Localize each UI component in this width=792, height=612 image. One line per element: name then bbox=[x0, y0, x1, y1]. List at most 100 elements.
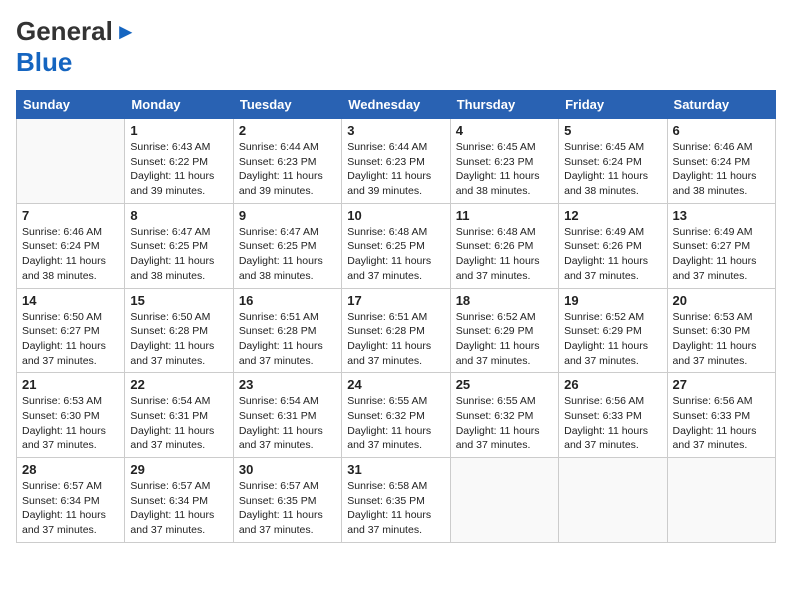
day-number: 5 bbox=[564, 123, 661, 138]
day-number: 6 bbox=[673, 123, 770, 138]
day-info: Sunrise: 6:55 AMSunset: 6:32 PMDaylight:… bbox=[456, 394, 553, 453]
calendar-cell-3-6: 19Sunrise: 6:52 AMSunset: 6:29 PMDayligh… bbox=[559, 288, 667, 373]
calendar-week-2: 7Sunrise: 6:46 AMSunset: 6:24 PMDaylight… bbox=[17, 203, 776, 288]
day-number: 15 bbox=[130, 293, 227, 308]
calendar-cell-4-2: 22 Sunrise: 6:54 AMSunset: 6:31 PMDayligh… bbox=[125, 373, 233, 458]
calendar-header-sunday: Sunday bbox=[17, 91, 125, 119]
day-info: Sunrise: 6:52 AMSunset: 6:29 PMDaylight:… bbox=[564, 310, 661, 369]
page-header: General ► Blue bbox=[16, 16, 776, 78]
day-number: 26 bbox=[564, 377, 661, 392]
day-number: 3 bbox=[347, 123, 444, 138]
logo: General ► Blue bbox=[16, 16, 137, 78]
day-info: Sunrise: 6:44 AMSunset: 6:23 PMDaylight:… bbox=[239, 140, 336, 199]
logo-general-text: General bbox=[16, 16, 113, 47]
day-number: 1 bbox=[130, 123, 227, 138]
calendar-cell-1-4: 3 Sunrise: 6:44 AMSunset: 6:23 PMDaylight… bbox=[342, 119, 450, 204]
day-info: Sunrise: 6:57 AMSunset: 6:35 PMDaylight:… bbox=[239, 479, 336, 538]
calendar-cell-1-6: 5 Sunrise: 6:45 AMSunset: 6:24 PMDaylight… bbox=[559, 119, 667, 204]
calendar-cell-3-7: 20 Sunrise: 6:53 AMSunset: 6:30 PMDayligh… bbox=[667, 288, 775, 373]
day-number: 20 bbox=[673, 293, 770, 308]
day-number: 12 bbox=[564, 208, 661, 223]
day-info: Sunrise: 6:57 AMSunset: 6:34 PMDaylight:… bbox=[22, 479, 119, 538]
day-info: Sunrise: 6:45 AMSunset: 6:24 PMDaylight:… bbox=[564, 140, 661, 199]
calendar-cell-5-4: 31 Sunrise: 6:58 AMSunset: 6:35 PMDayligh… bbox=[342, 458, 450, 543]
day-info: Sunrise: 6:51 AMSunset: 6:28 PMDaylight:… bbox=[347, 310, 444, 369]
calendar-cell-3-4: 17 Sunrise: 6:51 AMSunset: 6:28 PMDayligh… bbox=[342, 288, 450, 373]
calendar-header-monday: Monday bbox=[125, 91, 233, 119]
calendar-header-tuesday: Tuesday bbox=[233, 91, 341, 119]
calendar-header-saturday: Saturday bbox=[667, 91, 775, 119]
day-info: Sunrise: 6:58 AMSunset: 6:35 PMDaylight:… bbox=[347, 479, 444, 538]
day-info: Sunrise: 6:55 AMSunset: 6:32 PMDaylight:… bbox=[347, 394, 444, 453]
day-number: 21 bbox=[22, 377, 119, 392]
calendar-cell-3-5: 18 Sunrise: 6:52 AMSunset: 6:29 PMDayligh… bbox=[450, 288, 558, 373]
day-info: Sunrise: 6:47 AMSunset: 6:25 PMDaylight:… bbox=[239, 225, 336, 284]
calendar-cell-1-5: 4Sunrise: 6:45 AMSunset: 6:23 PMDaylight… bbox=[450, 119, 558, 204]
day-number: 7 bbox=[22, 208, 119, 223]
calendar-week-3: 14 Sunrise: 6:50 AMSunset: 6:27 PMDayligh… bbox=[17, 288, 776, 373]
calendar-cell-4-3: 23 Sunrise: 6:54 AMSunset: 6:31 PMDayligh… bbox=[233, 373, 341, 458]
day-info: Sunrise: 6:45 AMSunset: 6:23 PMDaylight:… bbox=[456, 140, 553, 199]
day-number: 14 bbox=[22, 293, 119, 308]
calendar-cell-2-3: 9Sunrise: 6:47 AMSunset: 6:25 PMDaylight… bbox=[233, 203, 341, 288]
day-info: Sunrise: 6:57 AMSunset: 6:34 PMDaylight:… bbox=[130, 479, 227, 538]
logo-arrow-icon: ► bbox=[115, 19, 137, 45]
calendar-header-wednesday: Wednesday bbox=[342, 91, 450, 119]
calendar-week-5: 28Sunrise: 6:57 AMSunset: 6:34 PMDayligh… bbox=[17, 458, 776, 543]
day-info: Sunrise: 6:52 AMSunset: 6:29 PMDaylight:… bbox=[456, 310, 553, 369]
day-info: Sunrise: 6:56 AMSunset: 6:33 PMDaylight:… bbox=[673, 394, 770, 453]
day-info: Sunrise: 6:53 AMSunset: 6:30 PMDaylight:… bbox=[22, 394, 119, 453]
day-info: Sunrise: 6:48 AMSunset: 6:25 PMDaylight:… bbox=[347, 225, 444, 284]
day-info: Sunrise: 6:49 AMSunset: 6:27 PMDaylight:… bbox=[673, 225, 770, 284]
calendar-header-friday: Friday bbox=[559, 91, 667, 119]
day-number: 31 bbox=[347, 462, 444, 477]
day-number: 25 bbox=[456, 377, 553, 392]
calendar-week-1: 1 Sunrise: 6:43 AMSunset: 6:22 PMDaylight… bbox=[17, 119, 776, 204]
calendar-cell-5-1: 28Sunrise: 6:57 AMSunset: 6:34 PMDayligh… bbox=[17, 458, 125, 543]
calendar-week-4: 21 Sunrise: 6:53 AMSunset: 6:30 PMDayligh… bbox=[17, 373, 776, 458]
calendar-cell-1-2: 1 Sunrise: 6:43 AMSunset: 6:22 PMDaylight… bbox=[125, 119, 233, 204]
day-info: Sunrise: 6:49 AMSunset: 6:26 PMDaylight:… bbox=[564, 225, 661, 284]
day-info: Sunrise: 6:43 AMSunset: 6:22 PMDaylight:… bbox=[130, 140, 227, 199]
day-number: 8 bbox=[130, 208, 227, 223]
calendar-cell-4-7: 27 Sunrise: 6:56 AMSunset: 6:33 PMDayligh… bbox=[667, 373, 775, 458]
calendar-cell-2-6: 12 Sunrise: 6:49 AMSunset: 6:26 PMDayligh… bbox=[559, 203, 667, 288]
calendar-cell-2-4: 10Sunrise: 6:48 AMSunset: 6:25 PMDayligh… bbox=[342, 203, 450, 288]
day-number: 13 bbox=[673, 208, 770, 223]
day-number: 29 bbox=[130, 462, 227, 477]
day-info: Sunrise: 6:53 AMSunset: 6:30 PMDaylight:… bbox=[673, 310, 770, 369]
calendar-cell-2-7: 13 Sunrise: 6:49 AMSunset: 6:27 PMDayligh… bbox=[667, 203, 775, 288]
day-info: Sunrise: 6:50 AMSunset: 6:27 PMDaylight:… bbox=[22, 310, 119, 369]
calendar-cell-5-7 bbox=[667, 458, 775, 543]
day-number: 2 bbox=[239, 123, 336, 138]
calendar-cell-5-5 bbox=[450, 458, 558, 543]
day-info: Sunrise: 6:54 AMSunset: 6:31 PMDaylight:… bbox=[239, 394, 336, 453]
day-number: 27 bbox=[673, 377, 770, 392]
calendar-cell-4-5: 25 Sunrise: 6:55 AMSunset: 6:32 PMDayligh… bbox=[450, 373, 558, 458]
day-number: 23 bbox=[239, 377, 336, 392]
calendar-cell-4-4: 24 Sunrise: 6:55 AMSunset: 6:32 PMDayligh… bbox=[342, 373, 450, 458]
calendar-cell-2-1: 7Sunrise: 6:46 AMSunset: 6:24 PMDaylight… bbox=[17, 203, 125, 288]
calendar-cell-3-2: 15 Sunrise: 6:50 AMSunset: 6:28 PMDayligh… bbox=[125, 288, 233, 373]
day-number: 18 bbox=[456, 293, 553, 308]
day-number: 22 bbox=[130, 377, 227, 392]
day-info: Sunrise: 6:44 AMSunset: 6:23 PMDaylight:… bbox=[347, 140, 444, 199]
calendar-cell-5-6 bbox=[559, 458, 667, 543]
calendar-cell-1-7: 6 Sunrise: 6:46 AMSunset: 6:24 PMDaylight… bbox=[667, 119, 775, 204]
day-info: Sunrise: 6:48 AMSunset: 6:26 PMDaylight:… bbox=[456, 225, 553, 284]
calendar-cell-1-3: 2 Sunrise: 6:44 AMSunset: 6:23 PMDaylight… bbox=[233, 119, 341, 204]
day-number: 30 bbox=[239, 462, 336, 477]
logo-blue-text: Blue bbox=[16, 47, 72, 77]
calendar-cell-5-3: 30 Sunrise: 6:57 AMSunset: 6:35 PMDayligh… bbox=[233, 458, 341, 543]
day-info: Sunrise: 6:51 AMSunset: 6:28 PMDaylight:… bbox=[239, 310, 336, 369]
day-number: 17 bbox=[347, 293, 444, 308]
day-number: 11 bbox=[456, 208, 553, 223]
calendar-table: SundayMondayTuesdayWednesdayThursdayFrid… bbox=[16, 90, 776, 543]
day-info: Sunrise: 6:56 AMSunset: 6:33 PMDaylight:… bbox=[564, 394, 661, 453]
day-info: Sunrise: 6:46 AMSunset: 6:24 PMDaylight:… bbox=[673, 140, 770, 199]
day-number: 16 bbox=[239, 293, 336, 308]
day-number: 24 bbox=[347, 377, 444, 392]
calendar-header-thursday: Thursday bbox=[450, 91, 558, 119]
day-info: Sunrise: 6:50 AMSunset: 6:28 PMDaylight:… bbox=[130, 310, 227, 369]
day-info: Sunrise: 6:54 AMSunset: 6:31 PMDaylight:… bbox=[130, 394, 227, 453]
